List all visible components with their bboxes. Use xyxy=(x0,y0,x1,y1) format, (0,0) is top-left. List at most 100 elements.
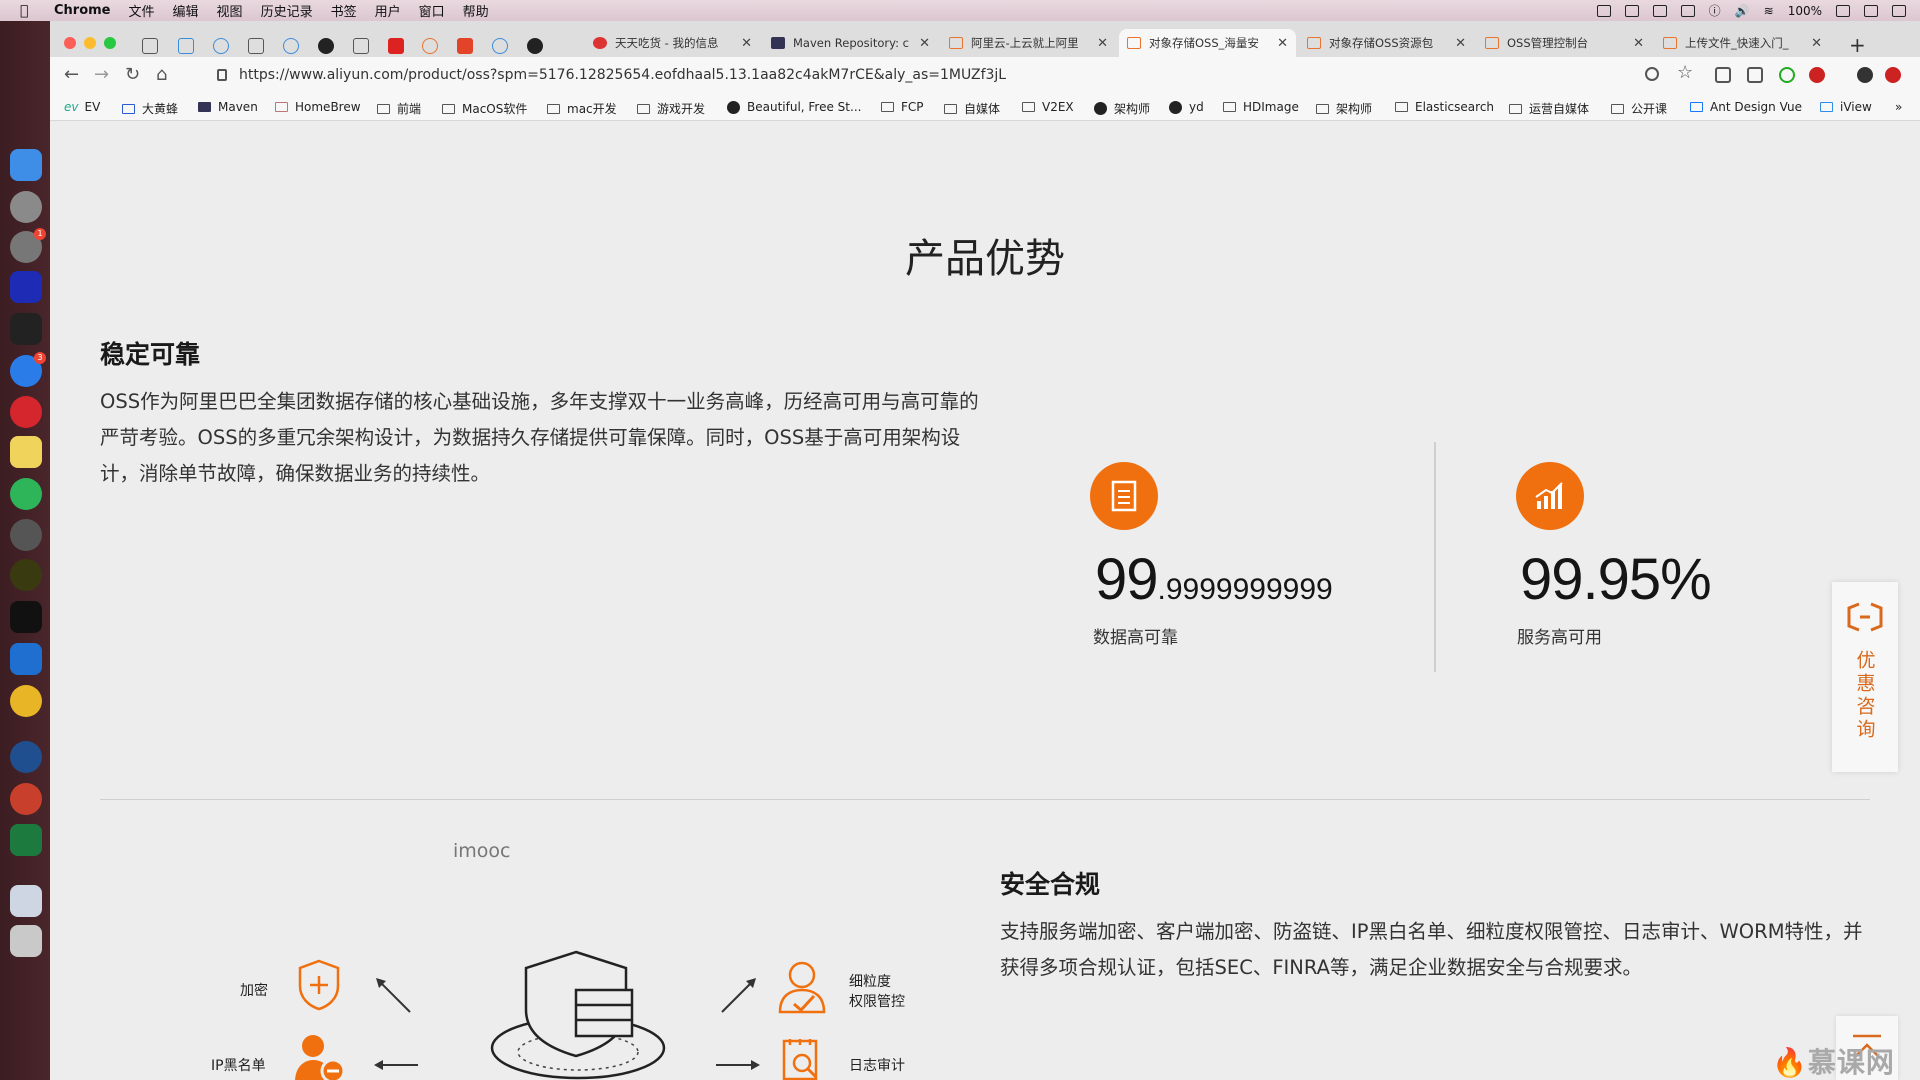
wifi-icon[interactable]: ≋ xyxy=(1764,4,1774,18)
menu-history[interactable]: 历史记录 xyxy=(261,1,313,20)
menu-edit[interactable]: 编辑 xyxy=(173,1,199,20)
finder-icon[interactable] xyxy=(10,149,42,181)
bookmark-beautiful-free[interactable]: Beautiful, Free St... xyxy=(727,100,861,114)
bookmark-folder-ops-media[interactable]: 运营自媒体 xyxy=(1509,100,1589,117)
bookmark-dahuangfeng[interactable]: 大黄蜂 xyxy=(122,100,178,117)
tab-oss-console[interactable]: OSS管理控制台 ✕ xyxy=(1477,29,1652,57)
adblock-icon[interactable] xyxy=(1809,67,1825,83)
console-icon[interactable] xyxy=(10,601,42,633)
evernote-icon[interactable] xyxy=(10,478,42,510)
status-app-icon[interactable] xyxy=(1864,4,1878,17)
address-bar[interactable]: https://www.aliyun.com/product/oss?spm=5… xyxy=(195,61,1701,89)
zoom-icon[interactable] xyxy=(1645,67,1659,81)
bookmark-folder-hdimage[interactable]: HDImage xyxy=(1223,100,1299,114)
player-icon[interactable] xyxy=(10,741,42,773)
tab-maven[interactable]: Maven Repository: c ✕ xyxy=(763,29,938,57)
menu-help[interactable]: 帮助 xyxy=(463,1,489,20)
zoom-window-button[interactable] xyxy=(104,37,116,49)
screen-record-icon[interactable] xyxy=(1652,4,1667,17)
menu-bookmarks[interactable]: 书签 xyxy=(331,1,357,20)
github-icon[interactable] xyxy=(318,38,334,54)
info-icon[interactable]: ⓘ xyxy=(1709,2,1721,19)
bookmark-ev[interactable]: ev EV xyxy=(64,100,100,114)
bookmark-yd[interactable]: yd xyxy=(1169,100,1204,114)
status-app-icon[interactable] xyxy=(1680,4,1695,17)
menu-view[interactable]: 视图 xyxy=(217,1,243,20)
extension-icon[interactable] xyxy=(1747,67,1763,83)
menu-window[interactable]: 窗口 xyxy=(419,1,445,20)
chrome-icon[interactable] xyxy=(10,685,42,717)
close-tab-icon[interactable]: ✕ xyxy=(1633,36,1644,51)
pinned-tab-icon[interactable] xyxy=(388,38,404,54)
bookmark-folder-mac-dev[interactable]: mac开发 xyxy=(547,100,617,117)
tab-upload-file[interactable]: 上传文件_快速入门_ ✕ xyxy=(1655,29,1830,57)
close-tab-icon[interactable]: ✕ xyxy=(919,36,930,51)
launchpad-icon[interactable] xyxy=(10,191,42,223)
pinned-tab-icon[interactable] xyxy=(422,38,438,54)
menu-app-name[interactable]: Chrome xyxy=(54,3,111,18)
apple-icon[interactable]:  xyxy=(20,3,44,19)
extension-icon[interactable] xyxy=(1779,67,1795,83)
app-store-icon[interactable]: 3 xyxy=(10,352,46,387)
ue-editor-icon[interactable] xyxy=(10,559,42,591)
bookmark-folder-elasticsearch[interactable]: Elasticsearch xyxy=(1395,100,1494,114)
bookmarks-overflow-icon[interactable]: » xyxy=(1895,100,1902,114)
bookmark-folder-open-class[interactable]: 公开课 xyxy=(1611,100,1667,117)
bookmark-folder-architect[interactable]: 架构师 xyxy=(1316,100,1372,117)
tab-oss-package[interactable]: 对象存储OSS资源包 ✕ xyxy=(1299,29,1474,57)
pinned-tab-icon[interactable] xyxy=(283,38,299,54)
system-preferences-icon[interactable]: 1 xyxy=(10,228,46,263)
tab-oss-product[interactable]: 对象存储OSS_海量安 ✕ xyxy=(1119,29,1296,57)
tab-aliyun-home[interactable]: 阿里云-上云就上阿里 ✕ xyxy=(941,29,1116,57)
bookmark-homebrew[interactable]: HomeBrew xyxy=(275,100,361,114)
minimize-window-button[interactable] xyxy=(84,37,96,49)
bookmark-architect-github[interactable]: 架构师 xyxy=(1094,100,1150,117)
pinned-tab-icon[interactable] xyxy=(178,38,194,54)
pinned-tab-icon[interactable] xyxy=(213,38,229,54)
bookmark-folder-frontend[interactable]: 前端 xyxy=(377,100,421,117)
bookmark-folder-fcp[interactable]: FCP xyxy=(881,100,924,114)
github-icon[interactable] xyxy=(527,38,543,54)
media-app-icon[interactable] xyxy=(10,519,42,551)
volume-icon[interactable]: 🔊 xyxy=(1735,4,1750,18)
bookmark-v2ex[interactable]: V2EX xyxy=(1022,100,1074,114)
close-tab-icon[interactable]: ✕ xyxy=(1277,36,1288,51)
bookmark-ant-design-vue[interactable]: Ant Design Vue xyxy=(1690,100,1802,114)
bookmark-iview[interactable]: iView xyxy=(1820,100,1872,114)
close-tab-icon[interactable]: ✕ xyxy=(1097,36,1108,51)
tab-tiantian[interactable]: 天天吃货 - 我的信息 ✕ xyxy=(585,29,760,57)
excel-icon[interactable] xyxy=(10,824,42,856)
pinned-tab-icon[interactable] xyxy=(142,38,158,54)
bookmark-folder-media[interactable]: 自媒体 xyxy=(944,100,1000,117)
status-app-icon[interactable] xyxy=(1596,4,1611,17)
home-icon[interactable]: ⌂ xyxy=(156,64,167,85)
status-app-icon[interactable] xyxy=(1624,4,1639,17)
intellij-icon[interactable] xyxy=(10,271,42,303)
forward-icon[interactable]: → xyxy=(94,64,109,85)
extension-shield-icon[interactable] xyxy=(1715,67,1731,83)
notes-icon[interactable] xyxy=(10,436,42,468)
terminal-icon[interactable] xyxy=(10,313,42,345)
menu-user[interactable]: 用户 xyxy=(375,1,401,20)
battery-icon[interactable] xyxy=(1836,4,1850,17)
mail-app-icon[interactable] xyxy=(10,396,42,428)
back-icon[interactable]: ← xyxy=(64,64,79,85)
pinned-tab-icon[interactable] xyxy=(248,38,264,54)
trash-icon[interactable] xyxy=(10,925,42,957)
profile-avatar[interactable] xyxy=(1857,67,1873,83)
new-tab-button[interactable]: + xyxy=(1849,33,1866,57)
powerpoint-icon[interactable] xyxy=(10,783,42,815)
pinned-tab-icon[interactable] xyxy=(492,38,508,54)
close-tab-icon[interactable]: ✕ xyxy=(1455,36,1466,51)
bookmark-maven[interactable]: Maven xyxy=(198,100,258,114)
pinned-tab-icon[interactable] xyxy=(353,38,369,54)
bookmark-folder-macos-software[interactable]: MacOS软件 xyxy=(442,100,527,117)
vscode-icon[interactable] xyxy=(10,643,42,675)
extension-icon[interactable] xyxy=(1885,67,1901,83)
status-app-icon[interactable] xyxy=(1892,4,1906,17)
gitlab-icon[interactable] xyxy=(457,38,473,54)
bookmark-folder-game-dev[interactable]: 游戏开发 xyxy=(637,100,705,117)
discount-consult-widget[interactable]: 优惠咨询 xyxy=(1832,582,1898,772)
documents-folder-icon[interactable] xyxy=(10,885,42,917)
address-url[interactable]: https://www.aliyun.com/product/oss?spm=5… xyxy=(239,67,1006,83)
